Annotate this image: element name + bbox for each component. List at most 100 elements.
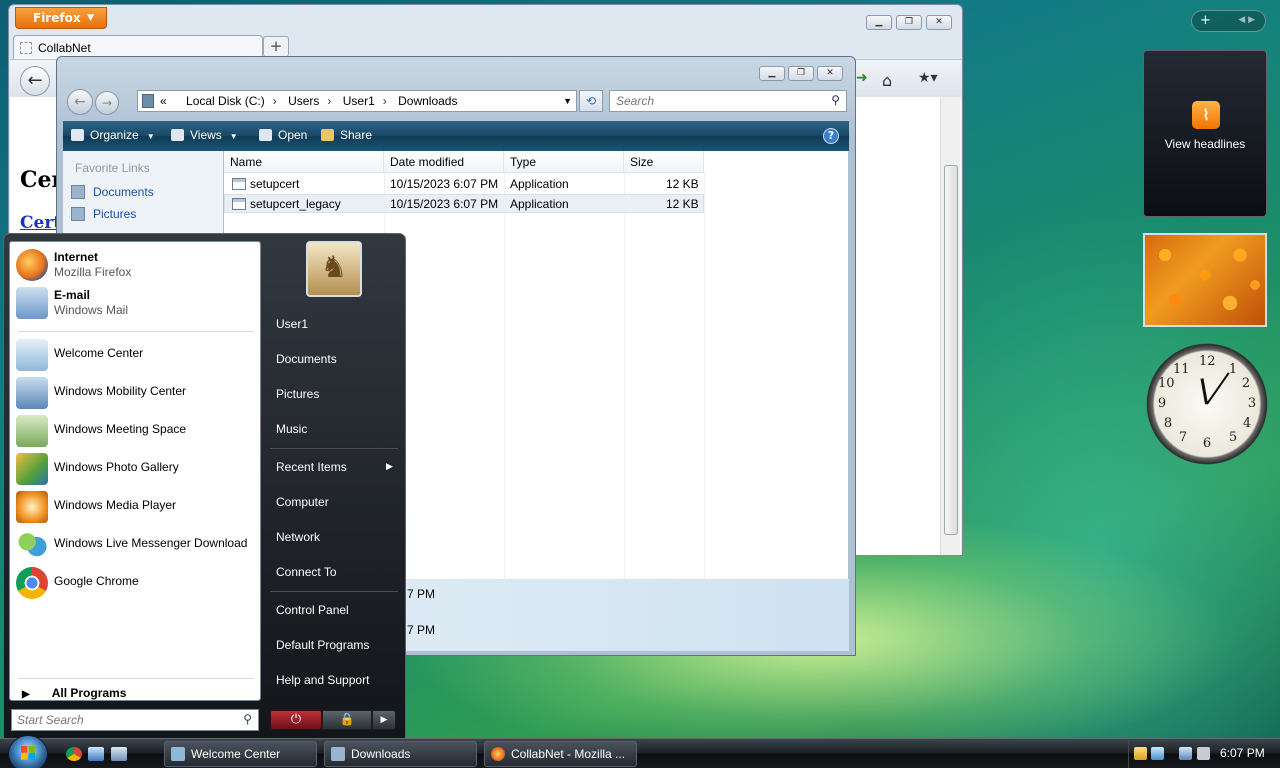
page-link[interactable]: Cert <box>20 213 61 233</box>
help-icon[interactable]: ? <box>823 128 839 144</box>
column-date-modified[interactable]: Date modified <box>384 151 504 173</box>
volume-muted-icon[interactable] <box>1197 747 1210 760</box>
favorite-pictures[interactable]: Pictures <box>71 207 136 221</box>
add-gadget-button[interactable]: + <box>1200 13 1211 28</box>
maximize-button[interactable]: ❐ <box>788 66 814 81</box>
address-bar[interactable]: « Local Disk (C:) › Users › User1 › Downloa… <box>137 90 577 112</box>
documents-icon <box>71 185 85 199</box>
start-link-network[interactable]: Network <box>276 530 320 544</box>
share-button[interactable]: Share <box>321 128 372 142</box>
task-welcome-center[interactable]: Welcome Center <box>164 741 317 767</box>
breadcrumb-downloads[interactable]: Downloads <box>398 94 457 108</box>
taskbar: Welcome Center Downloads CollabNet - Moz… <box>0 735 1280 768</box>
start-link-control-panel[interactable]: Control Panel <box>276 603 349 617</box>
chess-piece-icon: ♞ <box>320 250 348 285</box>
security-shield-icon[interactable] <box>1134 747 1147 760</box>
start-link-recent-items[interactable]: Recent Items <box>276 460 347 474</box>
table-row[interactable]: setupcert 10/15/2023 6:07 PM Application… <box>224 175 704 194</box>
close-button[interactable]: ✕ <box>926 15 952 30</box>
start-link-documents[interactable]: Documents <box>276 352 337 366</box>
start-link-user1[interactable]: User1 <box>276 317 308 331</box>
program-media-player[interactable]: Windows Media Player <box>14 488 258 524</box>
column-type[interactable]: Type <box>504 151 624 173</box>
pinned-email[interactable]: E-mail Windows Mail <box>14 284 258 320</box>
all-programs-button[interactable]: ▶ All Programs <box>22 686 126 700</box>
slideshow-gadget[interactable] <box>1143 233 1267 327</box>
home-icon[interactable]: ⌂ <box>882 71 892 90</box>
go-arrow-icon[interactable]: ➜ <box>856 70 868 86</box>
vertical-scrollbar[interactable] <box>940 97 960 555</box>
program-google-chrome[interactable]: Google Chrome <box>14 564 258 600</box>
column-size[interactable]: Size <box>624 151 704 173</box>
program-welcome-center[interactable]: Welcome Center <box>14 336 258 372</box>
show-desktop-icon[interactable] <box>88 747 104 761</box>
task-downloads[interactable]: Downloads <box>324 741 477 767</box>
lock-button[interactable]: 🔒 <box>322 710 372 730</box>
user-avatar[interactable]: ♞ <box>306 241 362 297</box>
program-live-messenger-download[interactable]: Windows Live Messenger Download <box>14 526 258 562</box>
lock-icon: 🔒 <box>339 712 355 726</box>
program-photo-gallery[interactable]: Windows Photo Gallery <box>14 450 258 486</box>
taskbar-clock[interactable]: 6:07 PM <box>1220 746 1265 760</box>
program-mobility-center[interactable]: Windows Mobility Center <box>14 374 258 410</box>
breadcrumb-separator-icon[interactable]: › <box>319 94 339 108</box>
breadcrumb-prefix[interactable]: « <box>160 94 167 108</box>
start-button[interactable] <box>8 735 48 768</box>
breadcrumb-user1[interactable]: User1 <box>343 94 375 108</box>
breadcrumb-separator-icon[interactable]: › <box>265 94 285 108</box>
feed-headlines-gadget[interactable]: ⌇ View headlines <box>1143 50 1267 217</box>
minimize-button[interactable]: ▁ <box>866 15 892 30</box>
start-link-computer[interactable]: Computer <box>276 495 329 509</box>
search-icon[interactable]: ⚲ <box>243 712 252 726</box>
gadget-nav-icon[interactable]: ◀ ▶ <box>1238 11 1255 30</box>
table-row[interactable]: setupcert_legacy 10/15/2023 6:07 PM Appl… <box>224 194 704 213</box>
switch-windows-icon[interactable] <box>111 747 127 761</box>
views-button[interactable]: Views ▼ <box>171 128 238 142</box>
start-link-help-and-support[interactable]: Help and Support <box>276 673 369 687</box>
pinned-internet[interactable]: Internet Mozilla Firefox <box>14 246 258 282</box>
back-button[interactable]: ← <box>67 89 93 115</box>
chevron-right-icon[interactable]: ▶ <box>386 462 393 472</box>
organize-icon <box>71 129 84 141</box>
start-search-input[interactable]: Start Search ⚲ <box>11 709 259 731</box>
firefox-menu-button[interactable]: Firefox ▼ <box>15 7 107 29</box>
refresh-button[interactable]: ⟲ <box>579 90 603 112</box>
task-collabnet-firefox[interactable]: CollabNet - Mozilla ... <box>484 741 637 767</box>
breadcrumb-separator-icon[interactable]: › <box>375 94 395 108</box>
organize-button[interactable]: Organize ▼ <box>71 128 155 142</box>
program-label: Windows Photo Gallery <box>54 460 179 474</box>
column-name[interactable]: Name <box>224 151 384 173</box>
breadcrumb-local-disk[interactable]: Local Disk (C:) <box>186 94 265 108</box>
start-link-music[interactable]: Music <box>276 422 307 436</box>
open-button[interactable]: Open <box>259 128 307 142</box>
favorite-documents[interactable]: Documents <box>71 185 154 199</box>
close-button[interactable]: ✕ <box>817 66 843 81</box>
scrollbar-thumb[interactable] <box>944 165 958 535</box>
network-icon[interactable] <box>1179 747 1192 760</box>
divider <box>18 678 254 679</box>
back-arrow-icon: ← <box>27 70 43 91</box>
program-meeting-space[interactable]: Windows Meeting Space <box>14 412 258 448</box>
details-time: 7 PM <box>407 587 436 601</box>
chrome-icon[interactable] <box>66 747 82 761</box>
maximize-button[interactable]: ❐ <box>896 15 922 30</box>
chevron-down-icon[interactable]: ▼ <box>563 91 572 111</box>
clock-gadget[interactable]: 12 1 2 3 4 5 6 7 8 9 10 11 <box>1143 340 1271 468</box>
new-tab-button[interactable]: + <box>263 36 289 57</box>
search-input[interactable]: Search ⚲ <box>609 90 847 112</box>
forward-button[interactable]: → <box>95 91 119 115</box>
share-label: Share <box>340 128 373 142</box>
start-link-pictures[interactable]: Pictures <box>276 387 319 401</box>
back-button[interactable]: ← <box>20 66 50 96</box>
shutdown-options-button[interactable]: ▶ <box>372 710 396 730</box>
power-button[interactable]: ⏻ <box>270 710 322 730</box>
clock-numeral: 8 <box>1163 416 1173 431</box>
windows-defender-icon[interactable] <box>1151 747 1164 760</box>
start-link-default-programs[interactable]: Default Programs <box>276 638 369 652</box>
bookmarks-icon[interactable]: ★▾ <box>918 70 950 90</box>
rss-label[interactable]: View headlines <box>1144 137 1266 151</box>
start-link-connect-to[interactable]: Connect To <box>276 565 337 579</box>
breadcrumb-users[interactable]: Users <box>288 94 319 108</box>
minimize-button[interactable]: ▁ <box>759 66 785 81</box>
search-icon[interactable]: ⚲ <box>831 93 840 107</box>
